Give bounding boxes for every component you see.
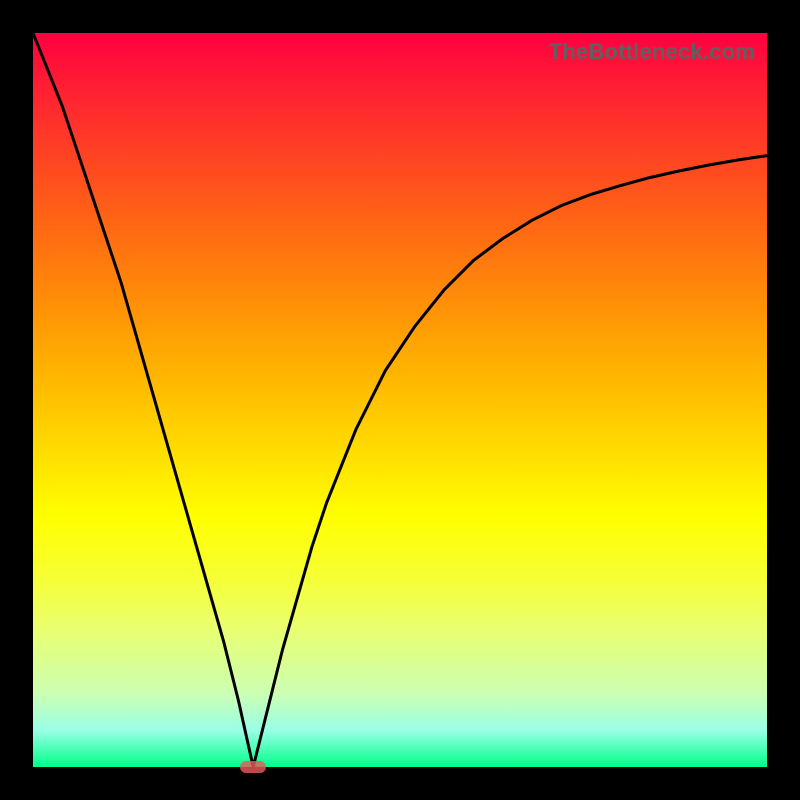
bottleneck-curve	[33, 33, 767, 767]
plot-area: TheBottleneck.com	[33, 33, 767, 767]
chart-stage: TheBottleneck.com	[0, 0, 800, 800]
watermark-text: TheBottleneck.com	[549, 39, 755, 65]
notch-marker	[240, 761, 266, 773]
curve-svg	[33, 33, 767, 767]
